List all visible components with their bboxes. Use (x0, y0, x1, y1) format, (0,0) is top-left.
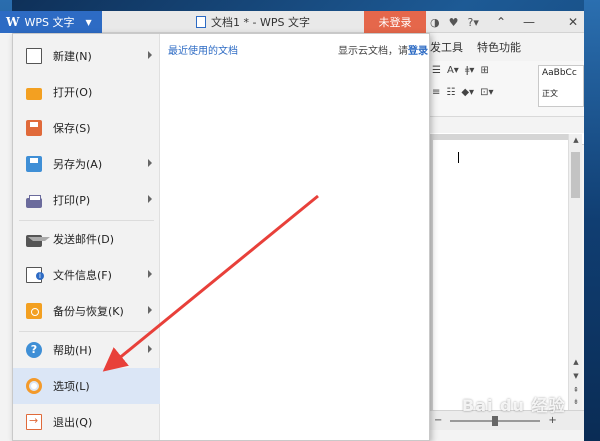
zoom-out-icon[interactable]: − (434, 415, 442, 426)
title-bar: W WPS 文字 ▼ 文档1 * - WPS 文字 未登录 ◑ ♥ ?▾ — ⌃… (0, 11, 584, 33)
style-sample: AaBbCc (542, 68, 577, 78)
submenu-arrow-icon (148, 51, 152, 59)
menu-item-print[interactable]: 打印(P) (13, 182, 160, 218)
menu-item-file-info[interactable]: 文件信息(F) (13, 257, 160, 293)
cloud-docs-prompt: 显示云文档，请登录 (338, 42, 428, 57)
document-title: 文档1 * - WPS 文字 (211, 16, 310, 29)
zoom-in-icon[interactable]: + (548, 415, 556, 426)
border-icon[interactable]: ⊡▾ (480, 87, 493, 98)
scroll-up-small-icon[interactable]: ▲ (569, 358, 583, 366)
justify-icon[interactable]: ☷ (446, 87, 455, 98)
menu-item-send-mail[interactable]: 发送邮件(D) (13, 221, 160, 257)
shirt-icon[interactable]: ♥ (449, 16, 459, 29)
ribbon-panel: ☰ A▾ ǂ▾ ⊞ ≡ ☷ ◆▾ ⊡▾ AaBbCc 正文 (430, 61, 584, 117)
menu-item-options[interactable]: 选项(L) (13, 368, 160, 404)
fill-color-icon[interactable]: ◆▾ (461, 87, 474, 98)
ribbon-row-1: ☰ A▾ ǂ▾ ⊞ (432, 65, 489, 76)
menu-item-label: 退出(Q) (53, 416, 93, 429)
login-button[interactable]: 未登录 (364, 11, 426, 33)
menu-item-label: 新建(N) (53, 50, 92, 63)
menu-item-label: 发送邮件(D) (53, 233, 115, 246)
help-icon: ? (26, 342, 42, 358)
ribbon-row-2: ≡ ☷ ◆▾ ⊡▾ (432, 87, 493, 98)
collapse-ribbon-button[interactable]: ⌃ (490, 11, 512, 33)
scroll-down-small-icon[interactable]: ▼ (569, 372, 583, 380)
file-menu-panel: 新建(N) 打开(O) 保存(S) 另存为(A) 打印(P) 发送邮件(D) i… (12, 33, 430, 441)
backup-icon (26, 303, 42, 319)
menu-item-save[interactable]: 保存(S) (13, 110, 160, 146)
align-icon[interactable]: ≡ (432, 87, 440, 98)
grid-icon[interactable]: ⊞ (480, 65, 488, 76)
menu-item-label: 打印(P) (53, 194, 91, 207)
scrollbar-thumb[interactable] (571, 152, 580, 198)
text-effect-icon[interactable]: A▾ (447, 65, 459, 76)
zoom-slider-knob[interactable] (492, 415, 499, 426)
tab-developer[interactable]: 发工具 (430, 39, 463, 57)
menu-item-label: 文件信息(F) (53, 269, 112, 282)
menu-item-open[interactable]: 打开(O) (13, 74, 160, 110)
submenu-arrow-icon (148, 195, 152, 203)
line-spacing-icon[interactable]: ☰ (432, 65, 441, 76)
menu-item-new[interactable]: 新建(N) (13, 38, 160, 74)
ribbon-tabs: 发工具 特色功能 (430, 39, 521, 57)
menu-item-label: 打开(O) (53, 86, 93, 99)
prev-page-icon[interactable]: ⇞ (569, 386, 583, 394)
submenu-arrow-icon (148, 270, 152, 278)
file-menu-list: 新建(N) 打开(O) 保存(S) 另存为(A) 打印(P) 发送邮件(D) i… (13, 34, 160, 440)
tab-special-features[interactable]: 特色功能 (477, 39, 521, 57)
new-doc-icon (26, 48, 42, 64)
vertical-scrollbar[interactable]: ▲ ▲ ▼ ⇞ ⇟ (568, 134, 582, 410)
style-gallery-item[interactable]: AaBbCc 正文 (538, 65, 584, 107)
menu-item-label: 备份与恢复(K) (53, 305, 124, 318)
folder-open-icon (26, 88, 42, 100)
mail-icon (26, 235, 50, 247)
app-name: WPS 文字 (24, 16, 75, 29)
submenu-arrow-icon (148, 159, 152, 167)
menu-item-label: 保存(S) (53, 122, 91, 135)
close-button[interactable]: ✕ (562, 11, 584, 33)
baidu-watermark: Bai du 经验 (462, 396, 566, 415)
wps-logo-icon: W (6, 15, 20, 29)
document-tab[interactable]: 文档1 * - WPS 文字 (196, 11, 310, 33)
pinyin-icon[interactable]: ǂ▾ (465, 65, 475, 76)
menu-item-label: 另存为(A) (53, 158, 103, 171)
titlebar-tools: ◑ ♥ ?▾ (430, 11, 479, 33)
document-icon (196, 16, 206, 28)
gear-icon (26, 378, 42, 394)
skin-icon[interactable]: ◑ (430, 16, 440, 29)
wps-menu-button[interactable]: W WPS 文字 ▼ (0, 11, 102, 33)
next-page-icon[interactable]: ⇟ (569, 398, 583, 406)
save-as-icon (26, 156, 42, 172)
menu-item-save-as[interactable]: 另存为(A) (13, 146, 160, 182)
zoom-slider[interactable] (450, 415, 541, 426)
document-page[interactable] (433, 140, 568, 410)
scroll-up-icon[interactable]: ▲ (569, 136, 583, 144)
exit-icon (26, 414, 42, 430)
menu-item-label: 选项(L) (53, 380, 90, 393)
minimize-button[interactable]: — (518, 11, 540, 33)
file-info-icon (26, 267, 44, 283)
cloud-prompt-text: 显示云文档，请 (338, 46, 408, 57)
recent-documents-title: 最近使用的文档 (168, 46, 238, 57)
text-cursor (458, 152, 459, 163)
menu-item-backup[interactable]: 备份与恢复(K) (13, 293, 160, 329)
help-menu-icon[interactable]: ?▾ (467, 16, 478, 29)
submenu-arrow-icon (148, 345, 152, 353)
printer-icon (26, 195, 42, 208)
save-icon (26, 120, 42, 136)
style-name: 正文 (542, 89, 558, 98)
menu-item-exit[interactable]: 退出(Q) (13, 404, 160, 440)
chevron-down-icon: ▼ (85, 17, 92, 27)
menu-item-help[interactable]: ? 帮助(H) (13, 332, 160, 368)
cloud-login-link[interactable]: 登录 (408, 46, 428, 57)
menu-item-label: 帮助(H) (53, 344, 92, 357)
submenu-arrow-icon (148, 306, 152, 314)
desktop-edge-right (584, 0, 600, 441)
